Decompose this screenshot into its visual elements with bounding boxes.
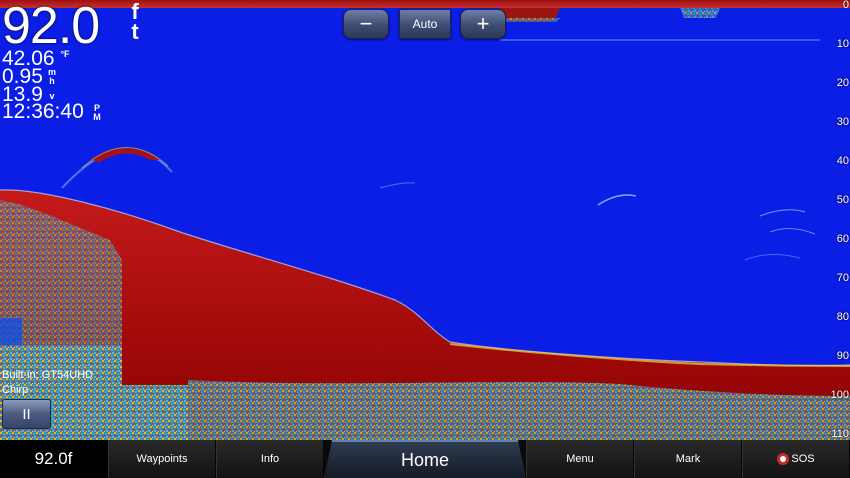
menu-button[interactable]: Menu	[526, 440, 634, 478]
surface-speckle	[680, 8, 720, 18]
depth-scale-label: 70	[836, 272, 849, 284]
depth-scale-label: 100	[830, 389, 849, 401]
depth-readout: 92.0	[2, 0, 100, 55]
blue-block	[0, 318, 22, 345]
zoom-auto-button[interactable]: Auto	[399, 9, 451, 39]
depth-scale-label: 110	[831, 428, 849, 440]
depth-scale-label: 40	[836, 155, 849, 167]
transducer-label: Built-in: GT54UHD	[2, 369, 94, 381]
depth-scale-label: 60	[836, 233, 849, 245]
waypoints-button[interactable]: Waypoints	[108, 440, 216, 478]
depth-databar[interactable]: 92.0f	[0, 440, 108, 478]
time-readout: 12:36:40	[2, 100, 84, 123]
speed-unit: mh	[47, 67, 56, 86]
zoom-in-button[interactable]: +	[460, 9, 506, 39]
depth-scale-label: 0	[842, 0, 849, 11]
sonar-mode-label: Chirp	[2, 384, 29, 396]
pause-button[interactable]: II	[2, 399, 51, 429]
sos-button[interactable]: SOS	[742, 440, 850, 478]
mark-button[interactable]: Mark	[634, 440, 742, 478]
depth-scale-label: 80	[836, 311, 849, 323]
depth-unit: ft	[131, 0, 139, 44]
info-button[interactable]: Info	[216, 440, 324, 478]
bottom-nav-bar: 92.0f Waypoints Info Home Menu Mark SOS	[0, 440, 850, 478]
water-temp-unit: °F	[60, 49, 70, 59]
depth-scale-label: 90	[836, 350, 849, 362]
depth-scale-label: 10	[836, 38, 849, 50]
home-button[interactable]: Home	[324, 440, 526, 478]
sos-lifebuoy-icon	[777, 453, 790, 465]
depth-scale-label: 50	[836, 194, 849, 206]
time-unit: PM	[93, 103, 101, 122]
depth-scale-label: 20	[836, 77, 849, 89]
depth-scale-label: 30	[836, 116, 849, 128]
surface-noise	[500, 18, 560, 22]
sonar-display[interactable]	[0, 0, 850, 440]
sos-label: SOS	[791, 453, 815, 465]
zoom-out-button[interactable]: −	[343, 9, 389, 39]
